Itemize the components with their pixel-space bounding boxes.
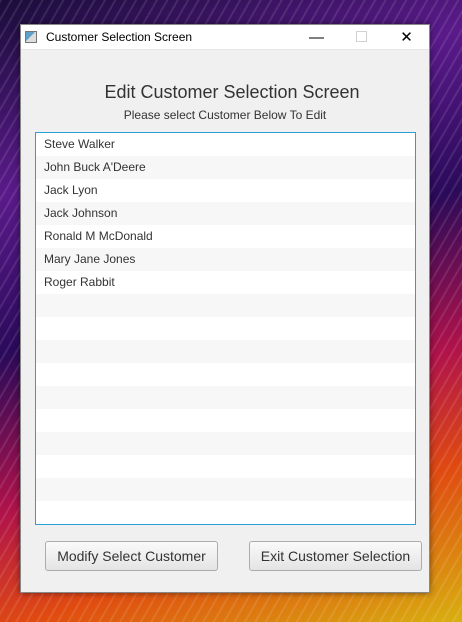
empty-list-row [36, 386, 415, 409]
maximize-button[interactable]: ☐ [339, 25, 384, 49]
customer-selection-window: Customer Selection Screen — ☐ ✕ Edit Cus… [20, 24, 430, 593]
customer-list-item[interactable]: Steve Walker [36, 133, 415, 156]
empty-list-row [36, 317, 415, 340]
customer-list-item[interactable]: Jack Lyon [36, 179, 415, 202]
window-title: Customer Selection Screen [46, 30, 193, 44]
page-subtitle: Please select Customer Below To Edit [123, 108, 327, 122]
empty-list-row [36, 455, 415, 478]
customer-list-item[interactable]: Jack Johnson [36, 202, 415, 225]
customer-list-item[interactable]: John Buck A'Deere [36, 156, 415, 179]
empty-list-row [36, 478, 415, 501]
close-button[interactable]: ✕ [384, 25, 429, 49]
empty-list-row [36, 294, 415, 317]
exit-customer-selection-button[interactable]: Exit Customer Selection [249, 541, 422, 571]
customer-list[interactable]: Steve Walker John Buck A'Deere Jack Lyon… [35, 132, 416, 525]
customer-list-item[interactable]: Roger Rabbit [36, 271, 415, 294]
empty-list-row [36, 409, 415, 432]
window-content: Edit Customer Selection Screen Please se… [21, 50, 429, 592]
window-controls: — ☐ ✕ [294, 25, 429, 49]
title-bar[interactable]: Customer Selection Screen — ☐ ✕ [21, 25, 429, 50]
page-title: Edit Customer Selection Screen [104, 82, 360, 102]
app-icon [25, 31, 37, 43]
empty-list-row [36, 363, 415, 386]
minimize-button[interactable]: — [294, 25, 339, 49]
customer-list-item[interactable]: Mary Jane Jones [36, 248, 415, 271]
empty-list-row [36, 432, 415, 455]
empty-list-row [36, 501, 415, 524]
customer-list-item[interactable]: Ronald M McDonald [36, 225, 415, 248]
empty-list-row [36, 340, 415, 363]
modify-customer-button[interactable]: Modify Select Customer [45, 541, 218, 571]
